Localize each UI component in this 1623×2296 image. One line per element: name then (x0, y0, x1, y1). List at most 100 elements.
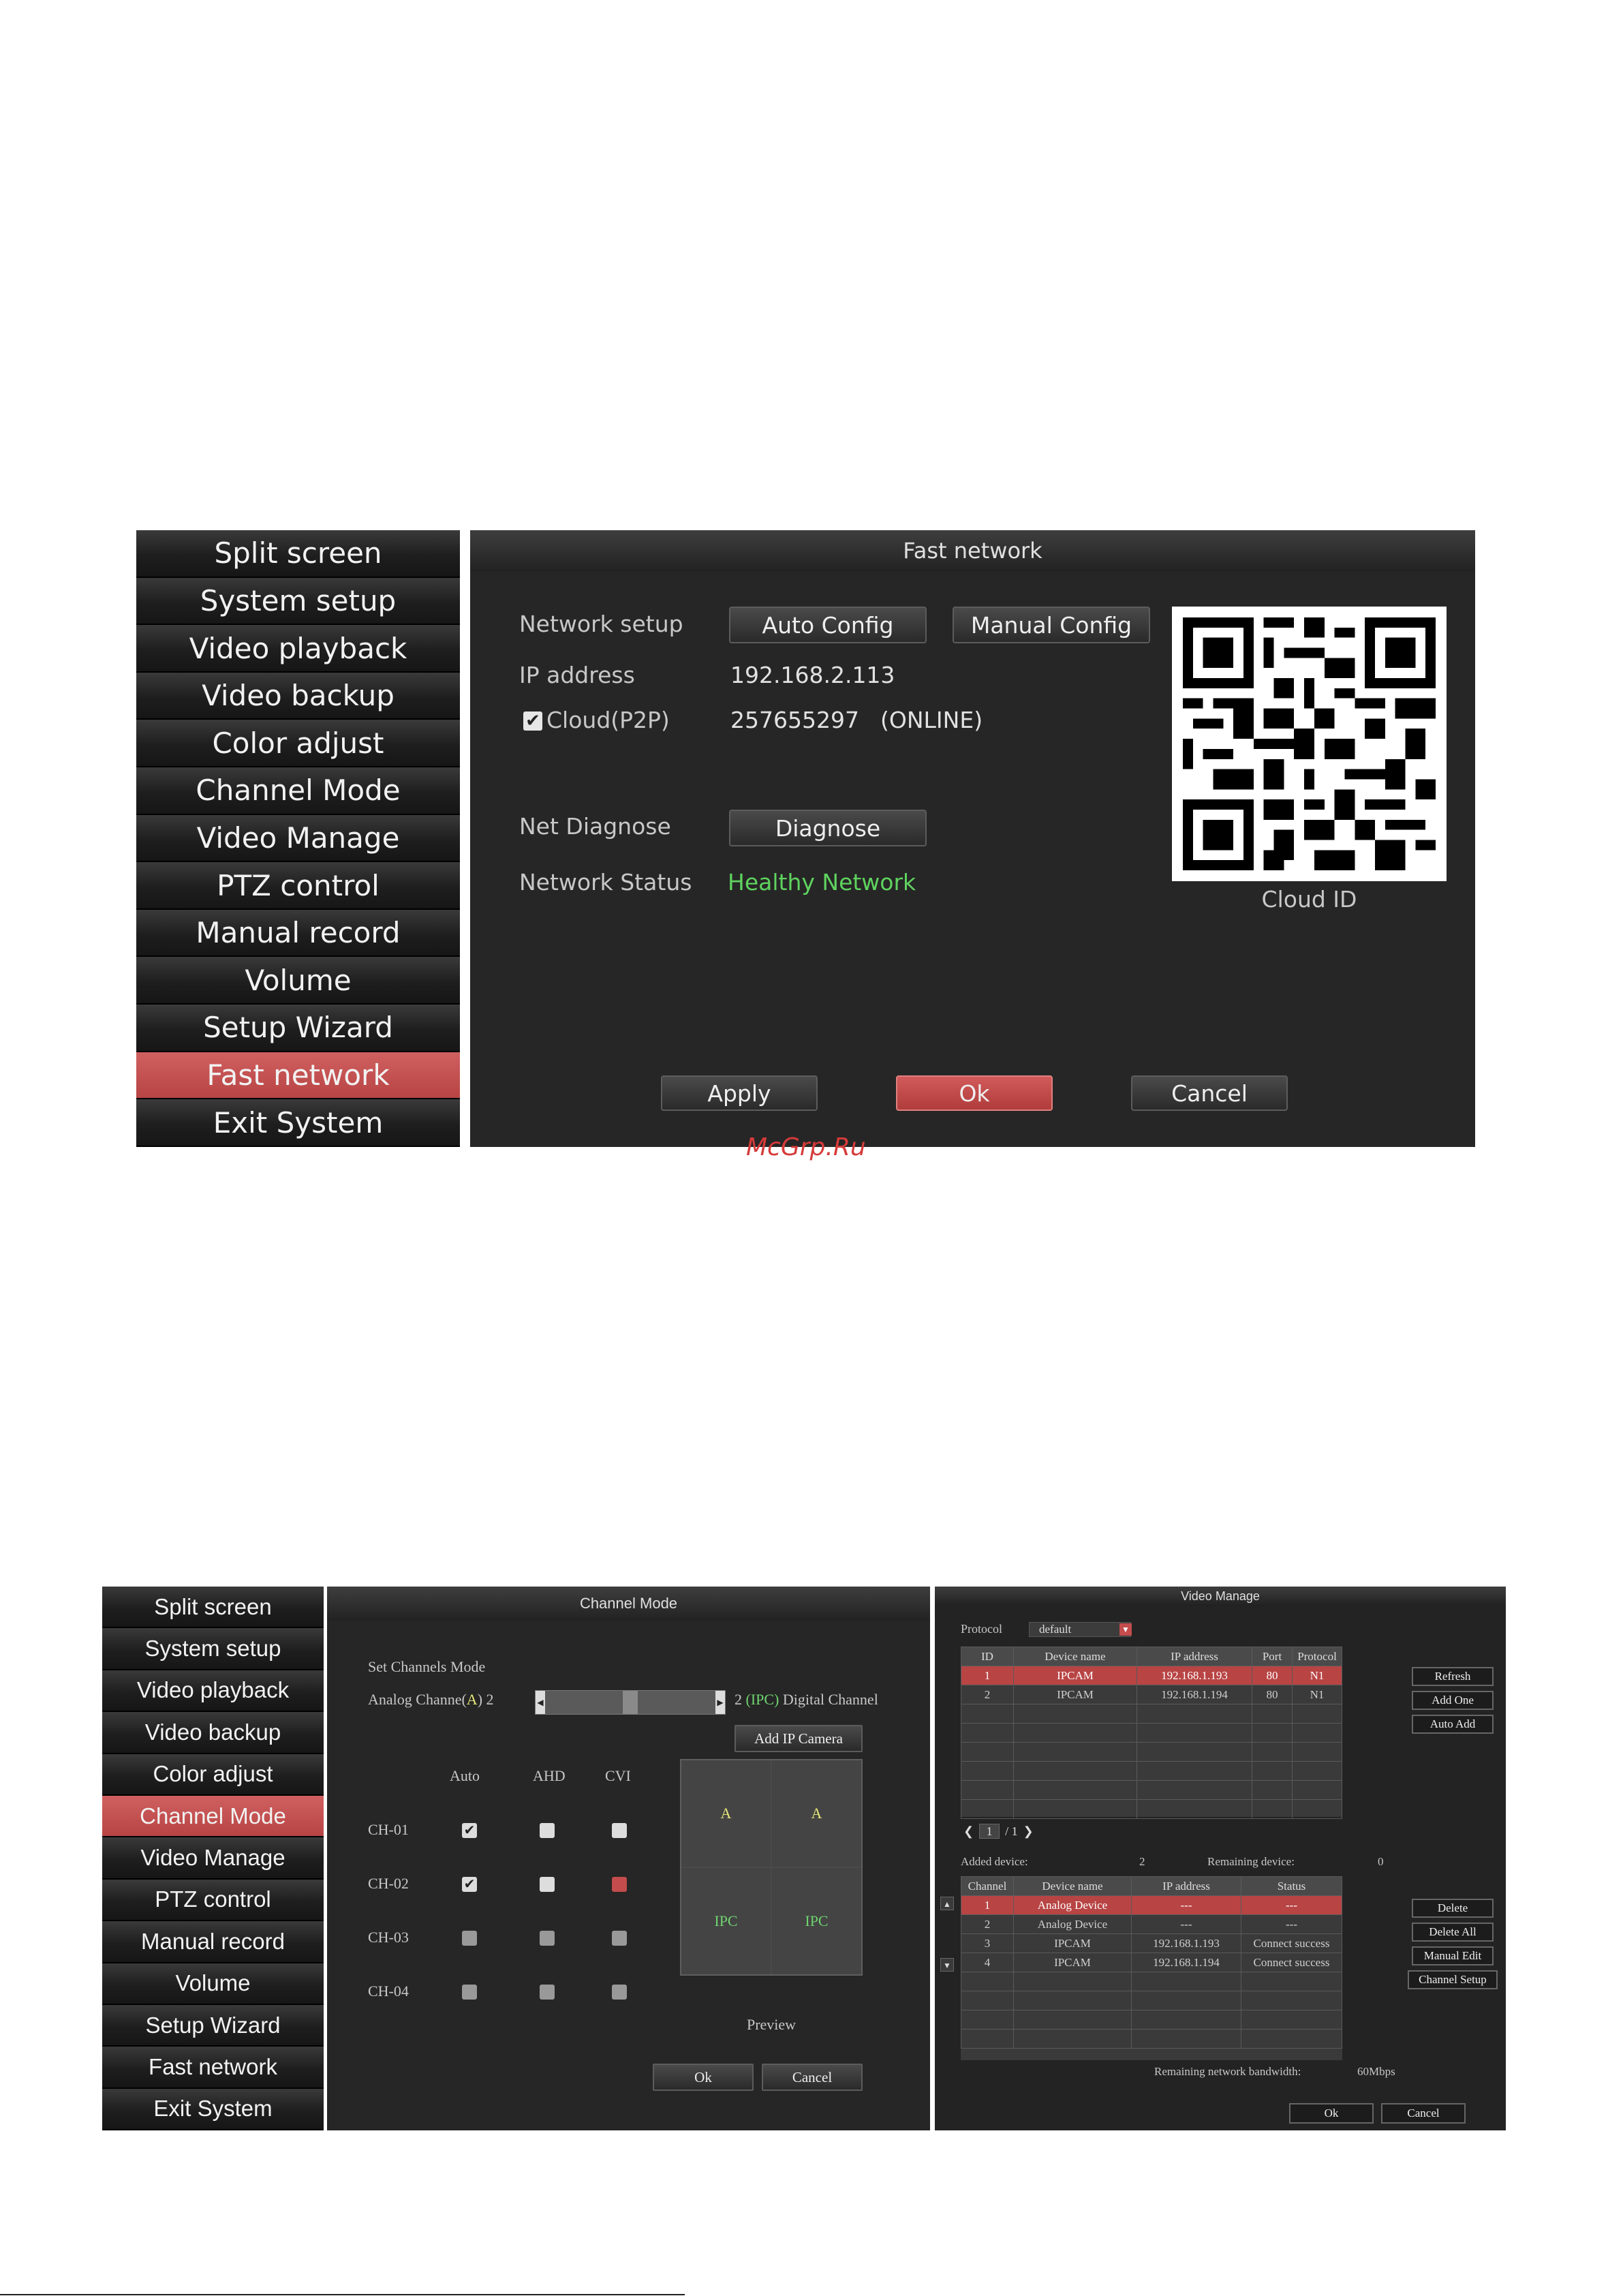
menu-item-split-screen[interactable]: Split screen (136, 530, 460, 578)
qr-code-image (1183, 617, 1436, 870)
page-input[interactable]: 1 (979, 1824, 1000, 1839)
ch04-ahd-checkbox[interactable] (540, 1985, 555, 2000)
menu-item-video-manage[interactable]: Video Manage (136, 814, 460, 863)
header-protocol: Protocol (1292, 1647, 1342, 1666)
cell: IPCAM (1013, 1953, 1132, 1972)
menu-item-setup-wizard[interactable]: Setup Wizard (136, 1005, 460, 1052)
cancel-button[interactable]: Cancel (1381, 2103, 1466, 2124)
channel-slider[interactable]: ◀ ▶ (535, 1690, 726, 1715)
slider-left-arrow[interactable]: ◀ (536, 1691, 545, 1714)
menu-item-split-screen[interactable]: Split screen (102, 1587, 324, 1629)
add-ip-camera-button[interactable]: Add IP Camera (735, 1725, 863, 1752)
ch03-ahd-checkbox[interactable] (540, 1931, 555, 1946)
check-icon: ✔ (525, 711, 540, 731)
menu-item-fast-network[interactable]: Fast network (102, 2047, 324, 2089)
table-row (961, 1972, 1342, 1991)
table-row[interactable]: 3 IPCAM 192.168.1.193 Connect success (961, 1933, 1342, 1953)
menu-item-exit-system[interactable]: Exit System (102, 2088, 324, 2131)
delete-all-button[interactable]: Delete All (1412, 1923, 1494, 1942)
ch04-auto-checkbox[interactable] (462, 1985, 477, 2000)
menu-item-manual-record[interactable]: Manual record (136, 909, 460, 958)
diagnose-button[interactable]: Diagnose (729, 810, 927, 846)
cell: 2 (961, 1685, 1014, 1704)
prev-page-icon[interactable]: ❮ (963, 1824, 974, 1839)
protocol-select[interactable]: default ▼ (1029, 1622, 1132, 1637)
channel-row-label: CH-01 (368, 1821, 409, 1838)
ok-button[interactable]: Ok (653, 2064, 754, 2091)
table-row (961, 1761, 1342, 1781)
ok-button[interactable]: Ok (896, 1075, 1053, 1111)
menu-item-channel-mode[interactable]: Channel Mode (136, 767, 460, 815)
fast-network-panel: Fast network Network setup Auto Config M… (470, 530, 1475, 1147)
header-ip: IP address (1131, 1876, 1241, 1896)
menu-item-system-setup[interactable]: System setup (102, 1628, 324, 1670)
cell: 80 (1252, 1666, 1293, 1685)
menu-item-volume[interactable]: Volume (136, 957, 460, 1005)
table-row[interactable]: 2 IPCAM 192.168.1.194 80 N1 (961, 1685, 1342, 1704)
ch02-cvi-checkbox[interactable] (612, 1877, 627, 1892)
table-row[interactable]: 1 Analog Device --- --- (961, 1895, 1342, 1915)
menu-item-channel-mode[interactable]: Channel Mode (102, 1795, 324, 1838)
menu-item-fast-network[interactable]: Fast network (136, 1052, 460, 1100)
menu-item-manual-record[interactable]: Manual record (102, 1921, 324, 1963)
menu-item-video-playback[interactable]: Video playback (102, 1670, 324, 1713)
table-row[interactable]: 2 Analog Device --- --- (961, 1914, 1342, 1934)
slider-right-arrow[interactable]: ▶ (715, 1691, 725, 1714)
delete-button[interactable]: Delete (1412, 1899, 1494, 1918)
table-row (961, 1991, 1342, 2010)
add-one-button[interactable]: Add One (1412, 1691, 1494, 1710)
ch02-ahd-checkbox[interactable] (540, 1877, 555, 1892)
header-device-name: Device name (1013, 1647, 1137, 1666)
next-page-icon[interactable]: ❯ (1023, 1824, 1034, 1839)
manual-edit-button[interactable]: Manual Edit (1412, 1946, 1494, 1965)
menu-item-video-playback[interactable]: Video playback (136, 625, 460, 673)
scroll-up-icon[interactable]: ▲ (940, 1897, 954, 1910)
analog-letter: A (466, 1691, 478, 1708)
apply-button[interactable]: Apply (661, 1075, 818, 1111)
ch01-ahd-checkbox[interactable] (540, 1823, 555, 1838)
auto-add-button[interactable]: Auto Add (1412, 1715, 1494, 1734)
menu-item-video-backup[interactable]: Video backup (102, 1712, 324, 1754)
table-row (961, 2010, 1342, 2030)
slider-thumb[interactable] (623, 1691, 638, 1714)
menu-item-color-adjust[interactable]: Color adjust (102, 1754, 324, 1796)
menu-item-exit-system[interactable]: Exit System (136, 1099, 460, 1147)
channel-mode-panel: Channel Mode Set Channels Mode Analog Ch… (327, 1587, 930, 2130)
manual-config-button[interactable]: Manual Config (953, 607, 1150, 643)
header-device-name: Device name (1013, 1876, 1132, 1896)
panel-title: Fast network (470, 530, 1475, 571)
cell: 2 (961, 1914, 1014, 1934)
refresh-button[interactable]: Refresh (1412, 1667, 1494, 1686)
ch04-cvi-checkbox[interactable] (612, 1985, 627, 2000)
menu-item-video-manage[interactable]: Video Manage (102, 1837, 324, 1880)
ch01-cvi-checkbox[interactable] (612, 1823, 627, 1838)
digital-label-text: Digital Channel (782, 1691, 878, 1708)
cancel-button[interactable]: Cancel (762, 2064, 863, 2091)
menu-item-system-setup[interactable]: System setup (136, 577, 460, 626)
auto-config-button[interactable]: Auto Config (729, 607, 927, 643)
footer-rule (0, 2294, 685, 2295)
menu-item-setup-wizard[interactable]: Setup Wizard (102, 2004, 324, 2047)
menu-item-ptz-control[interactable]: PTZ control (136, 862, 460, 910)
ok-button[interactable]: Ok (1289, 2103, 1374, 2124)
ch03-cvi-checkbox[interactable] (612, 1931, 627, 1946)
menu-item-color-adjust[interactable]: Color adjust (136, 720, 460, 768)
cell: 192.168.1.193 (1131, 1933, 1241, 1953)
added-device-label: Added device: (961, 1855, 1028, 1868)
scroll-down-icon[interactable]: ▼ (940, 1958, 954, 1972)
table-row[interactable]: 1 IPCAM 192.168.1.193 80 N1 (961, 1666, 1342, 1685)
cancel-button[interactable]: Cancel (1131, 1075, 1288, 1111)
cloud-status: (ONLINE) (880, 707, 983, 733)
channel-setup-button[interactable]: Channel Setup (1408, 1970, 1498, 1989)
remaining-device-value: 0 (1378, 1855, 1384, 1868)
ch02-auto-checkbox[interactable] (462, 1877, 477, 1892)
table-row[interactable]: 4 IPCAM 192.168.1.194 Connect success (961, 1953, 1342, 1972)
cloud-checkbox[interactable]: ✔ (523, 711, 542, 731)
ipc-tag: (IPC) (745, 1691, 779, 1708)
ch03-auto-checkbox[interactable] (462, 1931, 477, 1946)
ch01-auto-checkbox[interactable] (462, 1823, 477, 1838)
menu-item-volume[interactable]: Volume (102, 1963, 324, 2005)
menu-item-video-backup[interactable]: Video backup (136, 672, 460, 720)
table-row (961, 2029, 1342, 2049)
menu-item-ptz-control[interactable]: PTZ control (102, 1879, 324, 1922)
